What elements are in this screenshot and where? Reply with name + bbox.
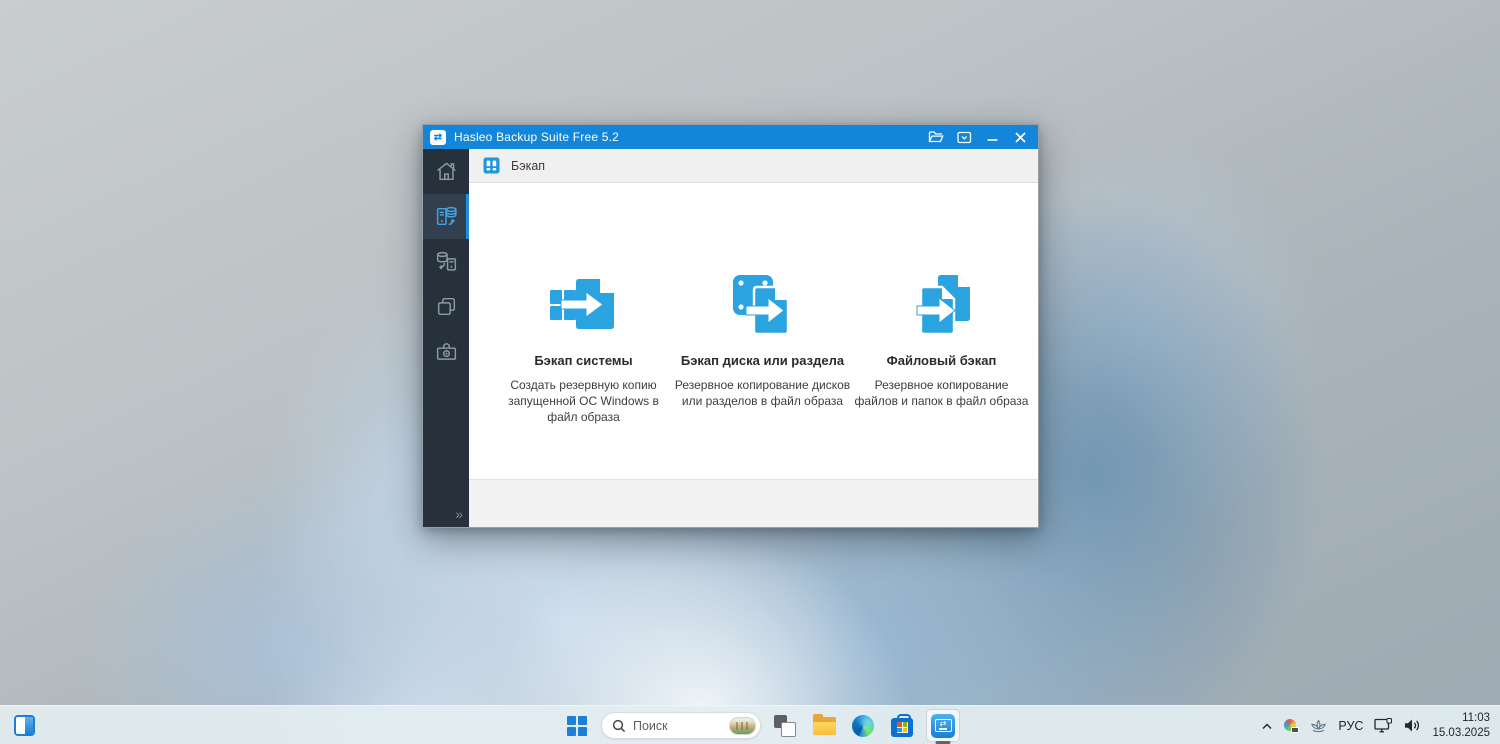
taskbar: Поиск bbox=[0, 705, 1500, 744]
system-backup-icon bbox=[550, 275, 618, 337]
start-button[interactable] bbox=[562, 711, 592, 741]
edge-button[interactable] bbox=[848, 711, 878, 741]
window-title: Hasleo Backup Suite Free 5.2 bbox=[454, 130, 924, 144]
backup-options: Бэкап системы Создать резервную копию за… bbox=[469, 183, 1038, 479]
sidebar-item-backup[interactable] bbox=[423, 194, 469, 239]
microsoft-store-button[interactable] bbox=[887, 711, 917, 741]
card-description: Резервное копирование файлов и папок в ф… bbox=[854, 377, 1030, 409]
search-icon bbox=[612, 719, 626, 733]
hasleo-app-icon: ⇄ bbox=[931, 714, 955, 738]
volume-icon[interactable] bbox=[1404, 718, 1421, 733]
window-footer bbox=[469, 479, 1038, 527]
widgets-button[interactable] bbox=[14, 715, 35, 736]
sidebar-item-home[interactable] bbox=[423, 149, 469, 194]
minimize-icon bbox=[987, 132, 998, 142]
open-backup-file-button[interactable] bbox=[924, 127, 948, 147]
minimize-button[interactable] bbox=[980, 127, 1004, 147]
page-title: Бэкап bbox=[511, 159, 545, 173]
backup-section-icon bbox=[483, 157, 500, 174]
tray-lotus-icon[interactable] bbox=[1310, 719, 1327, 733]
minimize-to-tray-button[interactable] bbox=[952, 127, 976, 147]
window-titlebar[interactable]: ⇄ Hasleo Backup Suite Free 5.2 bbox=[423, 125, 1038, 149]
network-icon[interactable] bbox=[1374, 718, 1393, 733]
sidebar: » bbox=[423, 149, 469, 527]
tray-graphics-icon[interactable] bbox=[1284, 719, 1299, 733]
sidebar-item-clone[interactable] bbox=[423, 284, 469, 329]
sidebar-item-restore[interactable] bbox=[423, 239, 469, 284]
clock-date: 15.03.2025 bbox=[1432, 726, 1490, 740]
taskbar-search[interactable]: Поиск bbox=[601, 712, 761, 739]
task-view-button[interactable] bbox=[770, 711, 800, 741]
disk-backup-card[interactable]: Бэкап диска или раздела Резервное копиро… bbox=[674, 275, 851, 479]
edge-icon bbox=[852, 715, 874, 737]
file-backup-card[interactable]: Файловый бэкап Резервное копирование фай… bbox=[853, 275, 1030, 479]
close-button[interactable] bbox=[1008, 127, 1032, 147]
file-explorer-icon bbox=[813, 717, 836, 735]
language-indicator[interactable]: РУС bbox=[1338, 719, 1363, 733]
card-title: Файловый бэкап bbox=[853, 353, 1030, 368]
search-highlight-image bbox=[729, 717, 756, 735]
task-view-icon bbox=[774, 715, 796, 737]
hasleo-window: ⇄ Hasleo Backup Suite Free 5.2 bbox=[422, 124, 1039, 528]
card-title: Бэкап системы bbox=[495, 353, 672, 368]
widgets-icon bbox=[16, 717, 25, 734]
search-placeholder: Поиск bbox=[633, 719, 722, 733]
file-backup-icon bbox=[908, 275, 976, 337]
sidebar-item-tools[interactable] bbox=[423, 329, 469, 374]
chevron-double-right-icon: » bbox=[455, 506, 463, 522]
home-icon bbox=[434, 159, 459, 184]
close-icon bbox=[1015, 132, 1026, 143]
clock[interactable]: 11:03 15.03.2025 bbox=[1432, 711, 1490, 740]
desktop: ⇄ Hasleo Backup Suite Free 5.2 bbox=[0, 0, 1500, 744]
tray-window-icon bbox=[957, 131, 972, 144]
app-logo-icon: ⇄ bbox=[430, 130, 446, 145]
card-title: Бэкап диска или раздела bbox=[674, 353, 851, 368]
page-header: Бэкап bbox=[469, 149, 1038, 183]
tools-icon bbox=[434, 339, 459, 364]
microsoft-store-icon bbox=[891, 718, 913, 737]
backup-icon bbox=[434, 204, 459, 229]
card-description: Резервное копирование дисков или раздело… bbox=[675, 377, 851, 409]
tray-chevron-up-icon[interactable] bbox=[1261, 722, 1273, 730]
windows-start-icon bbox=[567, 716, 587, 736]
file-explorer-button[interactable] bbox=[809, 711, 839, 741]
restore-icon bbox=[434, 249, 459, 274]
hasleo-taskbar-button[interactable]: ⇄ bbox=[926, 709, 960, 742]
card-description: Создать резервную копию запущенной ОС Wi… bbox=[503, 377, 665, 426]
sidebar-expand-button[interactable]: » bbox=[423, 501, 469, 527]
disk-backup-icon bbox=[729, 275, 797, 337]
clock-time: 11:03 bbox=[1432, 711, 1490, 725]
folder-open-icon bbox=[928, 130, 944, 144]
clone-icon bbox=[434, 294, 459, 319]
system-backup-card[interactable]: Бэкап системы Создать резервную копию за… bbox=[495, 275, 672, 479]
